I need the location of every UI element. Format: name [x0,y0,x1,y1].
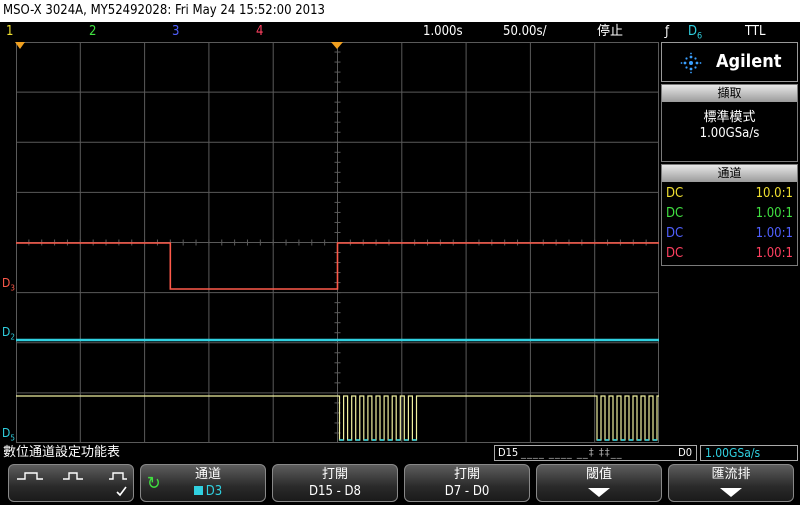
softkey-bar: ↻ 通道 D3 打開 D15 - D8 打開 D7 - D0 閾值 匯流排 [0,462,800,503]
acquire-header: 擷取 [662,85,797,102]
submenu-arrow-icon [720,488,742,497]
status-line: 數位通道設定功能表 D15 ____ ____ __‡ ‡‡__ D0 1.00… [0,444,800,462]
top-info-bar: 1 2 3 4 1.000s 50.00s/ 停止 ƒ D6 TTL [0,22,800,42]
digital-activity-indicator: D15 ____ ____ __‡ ‡‡__ D0 [494,445,697,461]
window-title: MSO-X 3024A, MY52492028: Fri May 24 15:5… [0,0,800,22]
menu-title: 數位通道設定功能表 [3,445,121,460]
d5-label: D5 [2,426,15,443]
d7-d0-softkey[interactable]: 打開 D7 - D0 [404,464,530,502]
run-state[interactable]: 停止 [597,22,623,41]
trigger-level[interactable]: TTL [745,22,766,41]
checkbox-icon [193,486,203,495]
d5-burst-2 [595,395,659,441]
agilent-spark-logo [680,52,702,74]
signal-shape-icons [17,472,127,497]
digital-sample-rate: 1.00GSa/s [700,445,798,461]
channel-row-4[interactable]: DC 1.00:1 [666,244,793,263]
channel-4-indicator[interactable]: 4 [256,22,263,41]
waveform-display[interactable] [16,42,659,443]
channel-header: 通道 [662,165,797,182]
d5-burst-1 [337,395,419,441]
position-readout[interactable]: 50.00s/ [503,22,547,41]
acquire-rate: 1.00GSa/s [699,126,760,141]
channel-2-indicator[interactable]: 2 [89,22,96,41]
left-timebase-marker [15,42,25,49]
submenu-arrow-icon [588,488,610,497]
acquire-panel[interactable]: 擷取 標準模式 1.00GSa/s [661,84,798,162]
channel-row-3[interactable]: DC 1.00:1 [666,224,793,243]
channel-panel[interactable]: 通道 DC 10.0:1 DC 1.00:1 DC 1.00:1 DC 1.00:1 [661,164,798,266]
channel-1-indicator[interactable]: 1 [6,22,13,41]
d3-trace [16,242,659,290]
trigger-position-marker[interactable] [331,42,343,49]
threshold-softkey[interactable]: 閾值 [536,464,662,502]
channel-row-2[interactable]: DC 1.00:1 [666,204,793,223]
threshold-select-softkey[interactable] [8,464,134,502]
d3-label: D3 [2,276,15,293]
timebase-readout[interactable]: 1.000s [423,22,463,41]
d2-label: D2 [2,325,15,342]
acquire-mode: 標準模式 [703,110,756,125]
brand-name: Agilent [716,51,782,72]
d15-d8-softkey[interactable]: 打開 D15 - D8 [272,464,398,502]
channel-row-1[interactable]: DC 10.0:1 [666,184,793,203]
bus-softkey[interactable]: 匯流排 [668,464,794,502]
brand-panel: Agilent [661,42,798,82]
channel-softkey[interactable]: ↻ 通道 D3 [140,464,266,502]
trigger-edge-icon: ƒ [665,24,670,39]
channel-3-indicator[interactable]: 3 [172,22,179,41]
